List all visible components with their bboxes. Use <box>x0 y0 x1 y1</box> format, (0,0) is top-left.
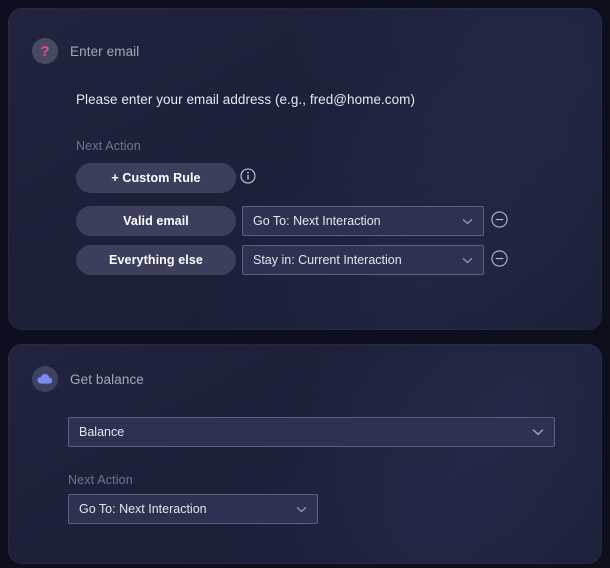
card-title-get-balance: Get balance <box>70 371 144 387</box>
card-description-enter-email: Please enter your email address (e.g., f… <box>76 92 416 107</box>
next-action-label-email: Next Action <box>76 139 141 153</box>
card-get-balance: Get balance Balance Next Action Go To: N… <box>8 344 602 564</box>
remove-rule-button-everything-else[interactable] <box>491 250 508 267</box>
card-header-enter-email: ? Enter email <box>32 38 139 64</box>
info-icon[interactable] <box>240 168 256 184</box>
chevron-down-icon <box>296 506 307 512</box>
rule-action-value-valid-email: Go To: Next Interaction <box>253 214 381 228</box>
next-action-label-balance: Next Action <box>68 473 133 487</box>
question-mark-icon: ? <box>32 38 58 64</box>
rule-action-select-valid-email[interactable]: Go To: Next Interaction <box>242 206 484 236</box>
balance-next-action-value: Go To: Next Interaction <box>79 502 207 516</box>
balance-value-select[interactable]: Balance <box>68 417 555 447</box>
remove-rule-button-valid-email[interactable] <box>491 211 508 228</box>
chevron-down-icon <box>532 429 544 436</box>
rule-condition-everything-else[interactable]: Everything else <box>76 245 236 275</box>
card-title-enter-email: Enter email <box>70 43 140 59</box>
add-custom-rule-button[interactable]: + Custom Rule <box>76 163 236 193</box>
balance-next-action-select[interactable]: Go To: Next Interaction <box>68 494 318 524</box>
cloud-icon <box>32 366 58 392</box>
balance-value: Balance <box>79 425 125 439</box>
rule-action-value-everything-else: Stay in: Current Interaction <box>253 253 402 267</box>
chevron-down-icon <box>462 218 473 224</box>
rule-action-select-everything-else[interactable]: Stay in: Current Interaction <box>242 245 484 275</box>
chevron-down-icon <box>462 257 473 263</box>
rule-condition-valid-email[interactable]: Valid email <box>76 206 236 236</box>
interaction-flow-stage: ? Enter email Please enter your email ad… <box>0 0 610 568</box>
card-enter-email: ? Enter email Please enter your email ad… <box>8 8 602 330</box>
card-header-get-balance: Get balance <box>32 366 144 392</box>
